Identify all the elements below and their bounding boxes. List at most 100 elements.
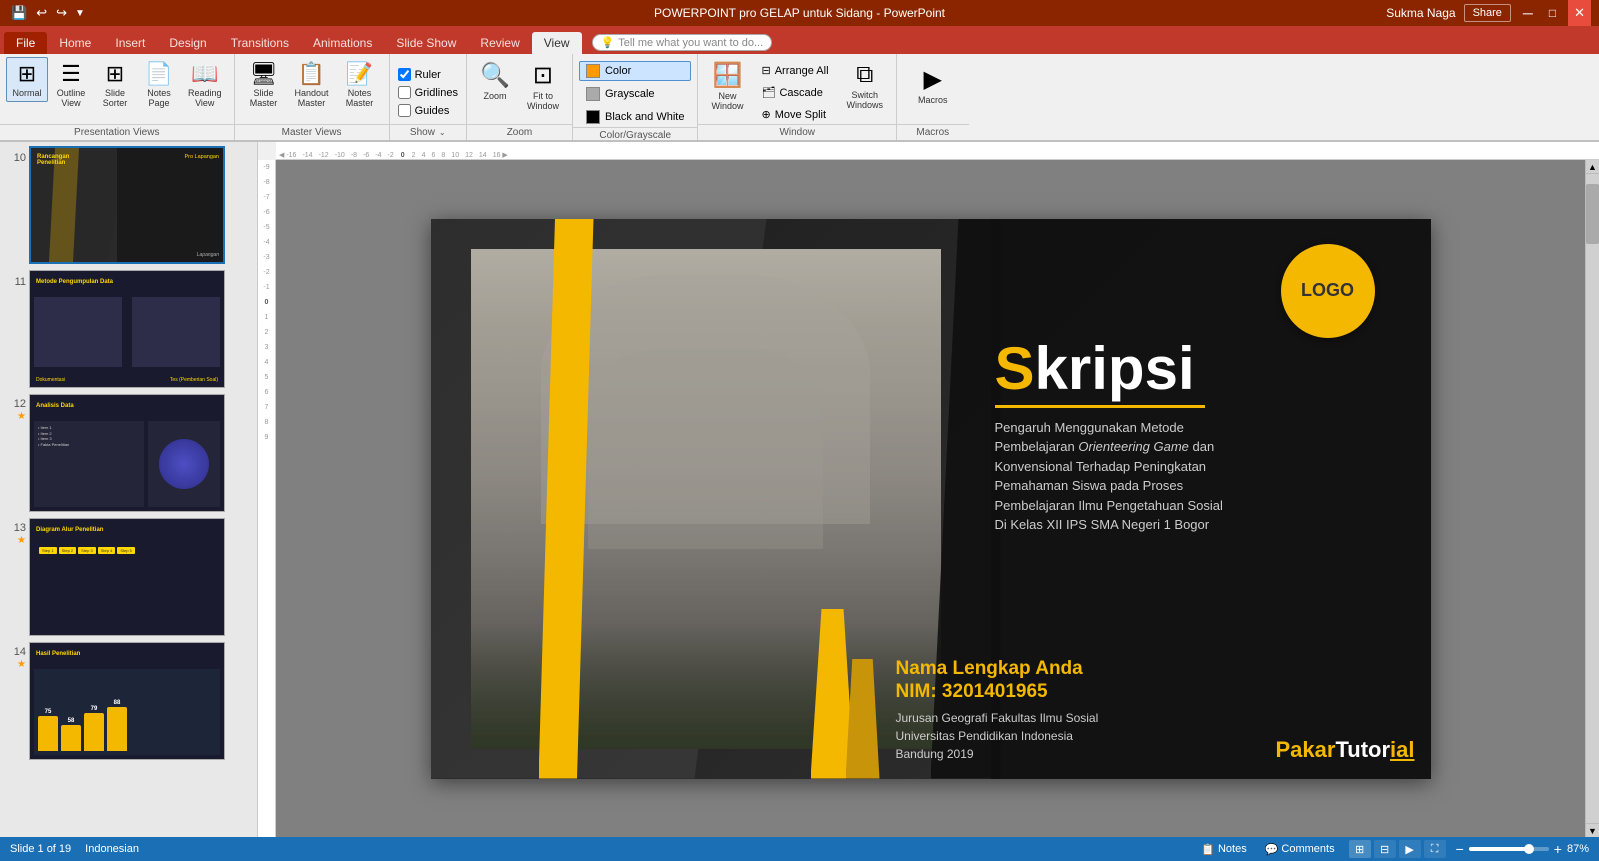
fit-to-window-icon: ⊡ xyxy=(533,61,553,90)
tab-review[interactable]: Review xyxy=(468,32,531,54)
slide-master-label: SlideMaster xyxy=(250,88,278,108)
tab-design[interactable]: Design xyxy=(157,32,218,54)
slide-sorter-btn[interactable]: ⊞ SlideSorter xyxy=(94,57,136,112)
group-macros: ▶ Macros Macros xyxy=(897,54,969,140)
black-white-option-btn[interactable]: Black and White xyxy=(579,107,691,127)
scroll-thumb[interactable] xyxy=(1586,184,1599,244)
reading-view-icon-btn[interactable]: ▶ xyxy=(1399,840,1421,858)
outline-view-btn[interactable]: ☰ OutlineView xyxy=(50,57,92,112)
tab-view[interactable]: View xyxy=(532,32,582,54)
watermark-ial: ial xyxy=(1390,737,1414,762)
ruler-checkbox-label[interactable]: Ruler xyxy=(398,68,458,81)
status-bar-right: 📋 Notes 💬 Comments ⊞ ⊟ ▶ ⛶ − + xyxy=(1197,840,1589,858)
tab-home[interactable]: Home xyxy=(47,32,103,54)
gridlines-checkbox-label[interactable]: Gridlines xyxy=(398,86,458,99)
fit-to-window-btn[interactable]: ⊡ Fit toWindow xyxy=(520,57,566,115)
slide-num-14: 14 xyxy=(14,646,26,658)
notes-master-label: NotesMaster xyxy=(346,88,374,108)
slide-thumb-10[interactable]: 10 RancanganPenelitian Pro Lapangan Lapa… xyxy=(4,146,253,264)
subtitle-italic: Orienteering Game xyxy=(1078,439,1189,454)
switch-windows-btn[interactable]: ⧉ SwitchWindows xyxy=(840,57,891,114)
guides-checkbox-label[interactable]: Guides xyxy=(398,104,458,117)
outline-view-icon: ☰ xyxy=(61,61,81,87)
customize-quick-access-btn[interactable]: ▼ xyxy=(73,7,87,20)
slide-star-12: ★ xyxy=(17,411,26,422)
zoom-percentage: 87% xyxy=(1567,843,1589,855)
macros-icon: ▶ xyxy=(924,65,942,94)
v-scrollbar[interactable]: ▲ ▼ xyxy=(1585,160,1599,837)
tab-animations[interactable]: Animations xyxy=(301,32,384,54)
ribbon-content: ⊞ Normal ☰ OutlineView ⊞ SlideSorter 📄 N… xyxy=(0,54,1599,142)
close-btn[interactable]: ✕ xyxy=(1568,0,1591,26)
move-split-btn[interactable]: ⊕ Move Split xyxy=(754,105,835,124)
tab-slide-show[interactable]: Slide Show xyxy=(384,32,468,54)
quick-access-toolbar: 💾 ↩ ↪ ▼ xyxy=(8,4,87,22)
master-views-label: Master Views xyxy=(235,124,389,140)
gridlines-checkbox[interactable] xyxy=(398,86,411,99)
main-content-area: 10 RancanganPenelitian Pro Lapangan Lapa… xyxy=(0,142,1599,837)
handout-master-label: HandoutMaster xyxy=(295,88,329,108)
slide-thumb-12[interactable]: 12 ★ Analisis Data • Item 1• Item 2• Ite… xyxy=(4,394,253,512)
grayscale-option-btn[interactable]: Grayscale xyxy=(579,84,691,104)
slide-master-btn[interactable]: 🖥 SlideMaster xyxy=(241,57,287,112)
h-ruler: ◀ -16 -14 -12 -10 -8 -6 -4 -2 0 2 4 6 8 … xyxy=(276,142,1599,160)
tab-insert[interactable]: Insert xyxy=(103,32,157,54)
scroll-up-btn[interactable]: ▲ xyxy=(1586,160,1599,174)
grayscale-label: Grayscale xyxy=(605,88,655,100)
arrange-all-icon: ⊟ xyxy=(761,64,770,77)
slide-thumbnails-panel: 10 RancanganPenelitian Pro Lapangan Lapa… xyxy=(0,142,258,837)
slideshow-icon-btn[interactable]: ⛶ xyxy=(1424,840,1446,858)
group-master-views: 🖥 SlideMaster 📋 HandoutMaster 📝 NotesMas… xyxy=(235,54,390,140)
app-wrapper: 💾 ↩ ↪ ▼ POWERPOINT pro GELAP untuk Sidan… xyxy=(0,0,1599,861)
zoom-label-group: Zoom xyxy=(467,124,572,140)
zoom-btn[interactable]: 🔍 Zoom xyxy=(473,57,517,105)
macros-body: ▶ Macros xyxy=(907,57,959,124)
handout-master-icon: 📋 xyxy=(298,61,325,87)
notes-icon: 📋 xyxy=(1201,843,1215,856)
slide-master-icon: 🖥 xyxy=(250,61,278,87)
color-grayscale-body: Color Grayscale Black and White xyxy=(579,57,691,127)
arrange-all-btn[interactable]: ⊟ Arrange All xyxy=(754,61,835,80)
reading-view-btn[interactable]: 📖 ReadingView xyxy=(182,57,228,112)
notes-master-btn[interactable]: 📝 NotesMaster xyxy=(337,57,383,112)
slide-thumb-11[interactable]: 11 Metode Pengumpulan Data Dokumentasi T… xyxy=(4,270,253,388)
new-window-btn[interactable]: 🪟 NewWindow xyxy=(704,57,750,115)
slide-sorter-icon-btn[interactable]: ⊟ xyxy=(1374,840,1396,858)
slide-canvas-area: LOGO Skripsi Pengaruh Menggunakan Metode… xyxy=(276,160,1585,837)
ruler-checkbox[interactable] xyxy=(398,68,411,81)
cascade-btn[interactable]: 🗂 Cascade xyxy=(754,83,835,102)
tab-file[interactable]: File xyxy=(4,32,47,54)
save-btn[interactable]: 💾 xyxy=(8,4,30,22)
normal-view-icon-btn[interactable]: ⊞ xyxy=(1349,840,1371,858)
view-mode-icons: ⊞ ⊟ ▶ ⛶ xyxy=(1349,840,1446,858)
zoom-label: Zoom xyxy=(483,91,506,101)
notes-page-btn[interactable]: 📄 NotesPage xyxy=(138,57,180,112)
notes-status-btn[interactable]: 📋 Notes xyxy=(1197,841,1250,858)
comments-status-btn[interactable]: 💬 Comments xyxy=(1261,841,1339,858)
slide-thumb-13[interactable]: 13 ★ Diagram Alur Penelitian Step 1 Step… xyxy=(4,518,253,636)
tab-transitions[interactable]: Transitions xyxy=(219,32,301,54)
redo-btn[interactable]: ↪ xyxy=(53,4,70,22)
minimize-btn[interactable]: ─ xyxy=(1519,5,1537,21)
watermark: PakarTutorial xyxy=(1276,737,1415,763)
zoom-in-btn[interactable]: + xyxy=(1554,841,1562,857)
tell-me-bar[interactable]: 💡 Tell me what you want to do... xyxy=(592,34,773,51)
new-window-label: NewWindow xyxy=(711,91,743,111)
window-options-col: ⊟ Arrange All 🗂 Cascade ⊕ Move Split xyxy=(754,57,835,124)
zoom-slider[interactable] xyxy=(1469,847,1549,851)
macros-btn[interactable]: ▶ Macros xyxy=(907,61,959,109)
share-btn[interactable]: Share xyxy=(1464,4,1511,22)
handout-master-btn[interactable]: 📋 HandoutMaster xyxy=(289,57,335,112)
user-name: Sukma Naga xyxy=(1386,6,1455,20)
maximize-btn[interactable]: □ xyxy=(1545,6,1560,20)
group-zoom: 🔍 Zoom ⊡ Fit toWindow Zoom xyxy=(467,54,573,140)
slide-thumb-14[interactable]: 14 ★ Hasil Penelitian 75 58 xyxy=(4,642,253,760)
zoom-out-btn[interactable]: − xyxy=(1456,841,1464,857)
undo-btn[interactable]: ↩ xyxy=(33,4,50,22)
normal-btn[interactable]: ⊞ Normal xyxy=(6,57,48,102)
outline-view-label: OutlineView xyxy=(57,88,86,108)
scroll-down-btn[interactable]: ▼ xyxy=(1586,823,1599,837)
macros-label: Macros xyxy=(918,95,948,105)
guides-checkbox[interactable] xyxy=(398,104,411,117)
color-option-btn[interactable]: Color xyxy=(579,61,691,81)
